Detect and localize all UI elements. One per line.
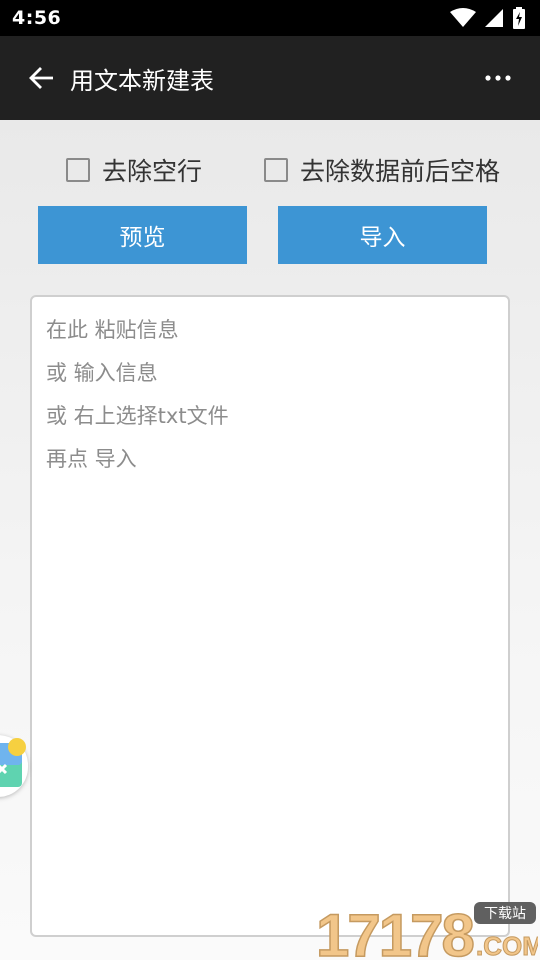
page-title: 用文本新建表 (70, 66, 214, 95)
status-bar: 4:56 (0, 0, 540, 36)
wifi-icon (450, 8, 476, 27)
more-options-button[interactable] (470, 50, 526, 106)
text-input-area[interactable]: 在此 粘贴信息 或 输入信息 或 右上选择txt文件 再点 导入 (30, 295, 510, 937)
trim-spaces-option[interactable]: 去除数据前后空格 (264, 152, 500, 188)
trim-spaces-label: 去除数据前后空格 (300, 157, 501, 186)
image-tool-icon (0, 738, 26, 787)
site-watermark: 17178 下载站 .COM (312, 898, 540, 960)
arrow-back-icon (29, 67, 53, 89)
import-button[interactable]: 导入 (278, 206, 487, 264)
placeholder-line: 再点 导入 (46, 447, 137, 471)
watermark-tag: 下载站 (484, 906, 526, 922)
floating-assistant-button[interactable] (0, 735, 28, 797)
cellular-signal-icon (485, 9, 503, 27)
watermark-logo: 17178 下载站 .COM (315, 901, 540, 960)
status-icons (450, 7, 526, 29)
battery-charging-icon (513, 7, 525, 29)
placeholder-line: 或 输入信息 (46, 361, 158, 385)
main-content: 去除空行 去除数据前后空格 预览 导入 在此 粘贴信息 或 输入信息 或 右上选… (0, 120, 540, 960)
placeholder-line: 在此 粘贴信息 (46, 318, 179, 342)
app-toolbar: 用文本新建表 (0, 36, 540, 120)
watermark-suffix: .COM (476, 931, 538, 960)
remove-empty-lines-checkbox[interactable] (66, 158, 90, 182)
more-vert-icon (485, 75, 511, 81)
watermark-number: 17178 (316, 902, 473, 960)
preview-button[interactable]: 预览 (38, 206, 247, 264)
remove-empty-lines-option[interactable]: 去除空行 (66, 152, 202, 188)
status-time: 4:56 (12, 7, 62, 29)
placeholder-line: 或 右上选择txt文件 (46, 404, 229, 428)
remove-empty-lines-label: 去除空行 (102, 157, 203, 186)
back-button[interactable] (14, 50, 70, 106)
trim-spaces-checkbox[interactable] (264, 158, 288, 182)
